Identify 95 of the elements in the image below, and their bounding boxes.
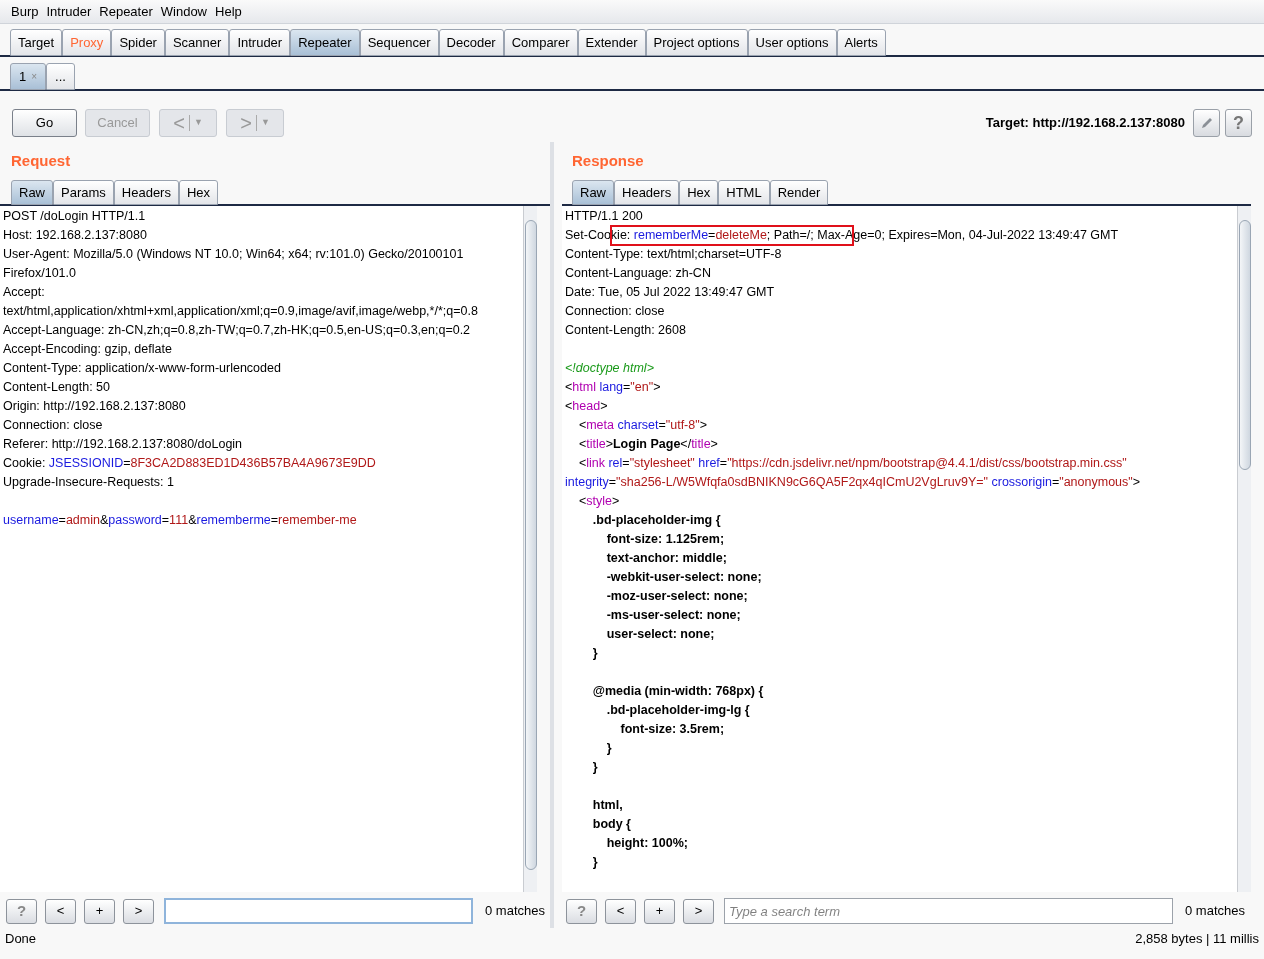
code-line: <link rel="stylesheet" href="https://cdn.jsdelivr.net/npm/bootstrap@4.4.1/dist/css/bootstrap.min.css" [577, 455, 1128, 472]
search-field[interactable] [164, 898, 473, 924]
tab[interactable]: Alerts [836, 29, 886, 56]
section-title: Request [10, 151, 72, 171]
target-label: Target: http://192.168.2.137:8080 [985, 114, 1185, 133]
view-tab[interactable]: Headers [614, 180, 680, 205]
search-nav-button[interactable]: < [605, 898, 636, 924]
menu-item[interactable]: Intruder [45, 1, 93, 22]
code-line: } [591, 759, 599, 776]
search-nav-button[interactable]: < [45, 898, 76, 924]
code-line: User-Agent: Mozilla/5.0 (Windows NT 10.0; Win64; x64; rv:101.0) Gecko/20100101 [3, 246, 465, 263]
code-line: height: 100%; [605, 835, 689, 852]
code-line: Cookie: JSESSIONID=8F3CA2D883ED1D436B57BA4A9673E9DD [3, 455, 377, 472]
menu-item[interactable]: Burp [10, 1, 40, 22]
code-line: Date: Tue, 05 Jul 2022 13:49:47 GMT [565, 284, 776, 301]
code-line: Content-Type: text/html;charset=UTF-8 [565, 246, 783, 263]
code-line: Content-Type: application/x-www-form-urlencoded [3, 360, 282, 377]
search-nav-button[interactable]: + [644, 898, 675, 924]
code-line: Host: 192.168.2.137:8080 [3, 227, 148, 244]
help-button[interactable]: ? [1225, 109, 1252, 137]
code-line: <html lang="en"> [565, 379, 662, 396]
code-line: integrity="sha256-L/W5Wfqfa0sdBNIKN9cG6QA5F2qx4qICmU2VgLruv9Y=" crossorigin="anonymous"> [565, 474, 1142, 491]
code-line: Content-Length: 50 [3, 379, 112, 396]
code-line: username=admin&password=111&rememberme=remember-me [3, 512, 358, 529]
code-line: Connection: close [565, 303, 666, 320]
code-line: .bd-placeholder-img { [591, 512, 722, 529]
tab[interactable]: Spider [111, 29, 165, 56]
view-tab[interactable]: Hex [178, 180, 219, 205]
view-tab[interactable]: HTML [718, 180, 770, 205]
view-tab[interactable]: Raw [572, 180, 614, 205]
view-tab[interactable]: Render [769, 180, 829, 205]
code-line: text/html,application/xhtml+xml,application/xml;q=0.9,image/avif,image/webp,*/*;q=0.8 [3, 303, 479, 320]
code-line: html, [591, 797, 624, 814]
code-line: -ms-user-select: none; [605, 607, 742, 624]
code-line: font-size: 3.5rem; [619, 721, 726, 738]
scrollbar[interactable] [1237, 206, 1251, 892]
request-tab[interactable]: 1 × [10, 63, 47, 90]
code-line: <title>Login Page</title> [577, 436, 719, 453]
code-line: } [591, 645, 599, 662]
code-line: <head> [565, 398, 609, 415]
search-nav-button[interactable]: > [123, 898, 154, 924]
menu-item[interactable]: Help [214, 1, 243, 22]
code-line: Firefox/101.0 [3, 265, 77, 282]
code-line: Connection: close [3, 417, 104, 434]
code-line: Content-Length: 2608 [565, 322, 687, 339]
menu-item[interactable]: Repeater [98, 1, 154, 22]
status-text: 2,858 bytes | 11 millis [1135, 930, 1259, 949]
tab[interactable]: Intruder [229, 29, 291, 56]
match-count: 0 matches [1185, 902, 1245, 921]
code-line: Accept-Encoding: gzip, deflate [3, 341, 173, 358]
code-line: <style> [577, 493, 621, 510]
request-tab[interactable]: ... [46, 63, 75, 90]
tab[interactable]: Comparer [503, 29, 578, 56]
code-line: Origin: http://192.168.2.137:8080 [3, 398, 187, 415]
tab[interactable]: User options [747, 29, 837, 56]
tab[interactable]: Scanner [164, 29, 230, 56]
tab[interactable]: Sequencer [359, 29, 439, 56]
code-line: -moz-user-select: none; [605, 588, 749, 605]
code-line: text-anchor: middle; [605, 550, 728, 567]
match-count: 0 matches [485, 902, 545, 921]
code-line: Content-Language: zh-CN [565, 265, 712, 282]
code-line: Accept-Language: zh-CN,zh;q=0.8,zh-TW;q=0.7,zh-HK;q=0.5,en-US;q=0.3,en;q=0.2 [3, 322, 472, 339]
tab[interactable]: Decoder [438, 29, 504, 56]
view-tab[interactable]: Raw [11, 180, 53, 205]
code-line: } [605, 740, 613, 757]
tab[interactable]: Project options [645, 29, 748, 56]
go-button[interactable]: Go [12, 109, 77, 137]
view-tab[interactable]: Params [53, 180, 114, 205]
code-line: font-size: 1.125rem; [605, 531, 726, 548]
code-line: POST /doLogin HTTP/1.1 [3, 208, 147, 225]
code-line: Upgrade-Insecure-Requests: 1 [3, 474, 175, 491]
menu-item[interactable]: Window [159, 1, 208, 22]
tab[interactable]: Repeater [290, 29, 360, 56]
code-line: } [591, 854, 599, 871]
status-text: Done [5, 930, 37, 949]
code-line: <meta charset="utf-8"> [577, 417, 708, 434]
code-line: <!doctype html> [565, 360, 655, 377]
code-line: -webkit-user-select: none; [605, 569, 763, 586]
code-line: .bd-placeholder-img-lg { [605, 702, 751, 719]
code-line: Accept: [3, 284, 46, 301]
code-line: @media (min-width: 768px) { [591, 683, 765, 700]
code-line: HTTP/1.1 200 [565, 208, 644, 225]
code-line: Referer: http://192.168.2.137:8080/doLogin [3, 436, 244, 453]
edit-button[interactable] [1193, 109, 1220, 137]
search-nav-button[interactable]: + [84, 898, 115, 924]
section-title: Response [571, 151, 645, 171]
tab[interactable]: Target [10, 29, 63, 56]
scrollbar[interactable] [523, 206, 537, 892]
view-tab[interactable]: Hex [679, 180, 719, 205]
code-line: body { [591, 816, 632, 833]
search-field[interactable]: Type a search term [724, 898, 1173, 924]
view-tab[interactable]: Headers [113, 180, 179, 205]
search-nav-button[interactable]: > [683, 898, 714, 924]
tab[interactable]: Extender [577, 29, 646, 56]
code-line: user-select: none; [605, 626, 716, 643]
